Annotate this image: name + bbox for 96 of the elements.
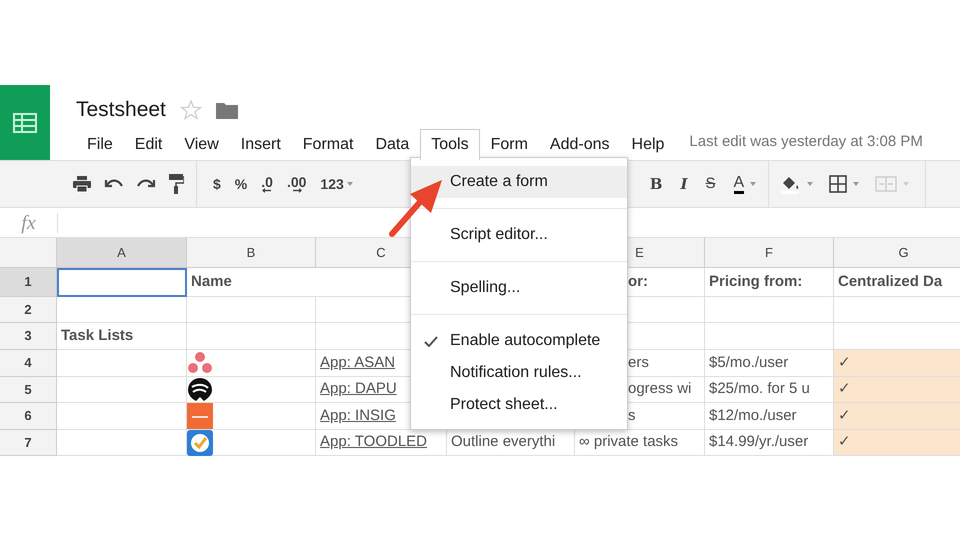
menu-item[interactable]: File [76,129,124,160]
table-cell[interactable]: ✓ [834,403,960,430]
table-cell[interactable]: ✓ [834,377,960,403]
menu-item[interactable]: Data [364,129,420,160]
link[interactable]: App: ASAN [316,352,396,374]
star-icon[interactable] [180,100,202,120]
menu-item[interactable]: Help [620,129,676,160]
cell-text: ✓ [837,432,851,452]
table-cell[interactable] [187,323,316,350]
cell-text: $14.99/yr./user [708,432,808,452]
menu-item[interactable]: View [173,129,230,160]
cell-text: Task Lists [60,326,134,346]
table-cell[interactable] [57,268,187,297]
sheet-grid-icon [13,112,37,132]
cell-text: ogress wi [627,379,692,400]
corner-cell [0,238,57,268]
format-button[interactable]: 123 [320,174,353,194]
cell-text: s [627,406,636,426]
cell-text: Name [190,272,232,292]
table-cell[interactable]: ✓ [834,350,960,377]
merge-cells-icon[interactable] [875,176,898,192]
link[interactable]: App: INSIG [316,404,396,428]
arrow-icon [292,188,302,192]
table-cell[interactable]: Pricing from: [705,268,834,297]
row-header[interactable]: 4 [0,350,57,377]
menu-item[interactable]: Edit [124,129,174,160]
format-button[interactable]: .00 [286,176,306,192]
print-icon[interactable] [72,175,92,193]
table-cell[interactable] [57,350,187,377]
column-header[interactable]: B [187,238,316,268]
link[interactable]: App: TOODLED [316,431,427,454]
menu-option[interactable]: Create a form [411,166,627,198]
fill-bucket-icon[interactable] [779,174,802,194]
table-cell[interactable] [57,297,187,323]
table-cell[interactable] [57,377,187,403]
check-tile-icon [187,430,213,456]
column-header[interactable]: G [834,238,960,268]
row-header[interactable]: 7 [0,430,57,456]
paint-roller-icon[interactable] [168,173,184,195]
column-header[interactable]: F [705,238,834,268]
menu-item[interactable]: Tools [420,129,480,160]
link[interactable]: App: DAPU [316,378,397,401]
row-header[interactable]: 6 [0,403,57,430]
arrow-icon [262,188,272,192]
text-color-button[interactable]: A [734,174,744,194]
row-header[interactable]: 5 [0,377,57,403]
row-header[interactable]: 2 [0,297,57,323]
last-edit-text: Last edit was yesterday at 3:08 PM [689,132,923,152]
caret-icon [346,182,353,186]
caret-icon[interactable] [807,182,814,186]
cell-text: or: [627,272,648,292]
format-button[interactable]: .0 [261,176,273,192]
cell-text: ✓ [837,352,851,373]
column-header[interactable]: A [57,238,187,268]
document-title[interactable]: Testsheet [76,94,166,126]
cell-text: ✓ [837,406,851,426]
menu-item[interactable]: Form [480,129,539,160]
strikethrough-button[interactable]: S [705,172,716,196]
table-cell[interactable] [705,297,834,323]
italic-button[interactable]: I [680,172,688,196]
table-cell[interactable] [187,297,316,323]
check-icon [424,336,438,346]
table-cell[interactable] [187,430,316,456]
table-cell[interactable]: Name [187,268,316,297]
cell-text: Pricing from: [708,272,802,292]
table-cell[interactable]: Task Lists [57,323,187,350]
caret-icon[interactable] [750,182,756,186]
table-cell[interactable] [187,377,316,403]
cell-text: $5/mo./user [708,352,788,373]
folder-icon[interactable] [216,102,238,118]
menu-item[interactable]: Format [292,129,364,160]
table-cell[interactable]: Centralized Da [834,268,960,297]
format-button[interactable]: $ [213,174,221,194]
borders-icon[interactable] [829,175,848,193]
menu-item[interactable]: Add-ons [538,129,621,160]
row-header[interactable]: 3 [0,323,57,350]
app-logo[interactable] [0,85,50,160]
format-button[interactable]: % [234,174,248,194]
table-cell[interactable] [187,350,316,377]
three-dots-icon [187,351,213,375]
cell-text: Centralized Da [837,272,942,292]
table-cell[interactable]: ✓ [834,430,960,456]
table-cell[interactable] [705,323,834,350]
formula-label: fx [20,210,37,236]
table-cell[interactable] [187,403,316,430]
caret-icon[interactable] [853,182,860,186]
menu-item[interactable]: Insert [230,129,292,160]
cell-text: Outline everythi [450,432,556,452]
caret-icon[interactable] [903,182,910,186]
cell-text: ✓ [837,379,851,400]
cell-text: ∞ private tasks [578,432,678,452]
cell-text: $25/mo. for 5 u [708,379,810,400]
cell-text: $12/mo./user [708,406,797,426]
bold-button[interactable]: B [650,172,662,196]
square-logo-icon [187,403,213,429]
row-header[interactable]: 1 [0,268,57,297]
